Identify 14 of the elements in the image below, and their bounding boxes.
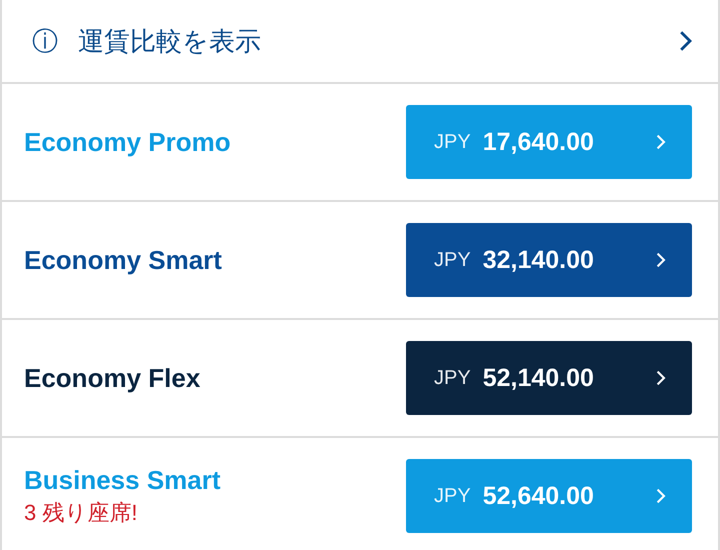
price-button[interactable]: JPY 52,140.00 (406, 341, 692, 415)
fare-name: Economy Flex (24, 362, 202, 394)
fare-name: Business Smart (24, 464, 222, 496)
seats-left-note: 3 残り座席! (24, 498, 138, 526)
fare-comparison-link[interactable]: 運賃比較を表示 (78, 24, 679, 58)
chevron-right-icon (656, 370, 666, 386)
fare-name: Economy Smart (24, 244, 223, 276)
fare-name: Economy Promo (24, 126, 232, 158)
chevron-right-icon (678, 30, 692, 52)
chevron-right-icon (656, 252, 666, 268)
price-button[interactable]: JPY 32,140.00 (406, 223, 692, 297)
chevron-right-icon (656, 134, 666, 150)
info-icon: ⓘ (32, 24, 58, 58)
chevron-right-icon (656, 488, 666, 504)
